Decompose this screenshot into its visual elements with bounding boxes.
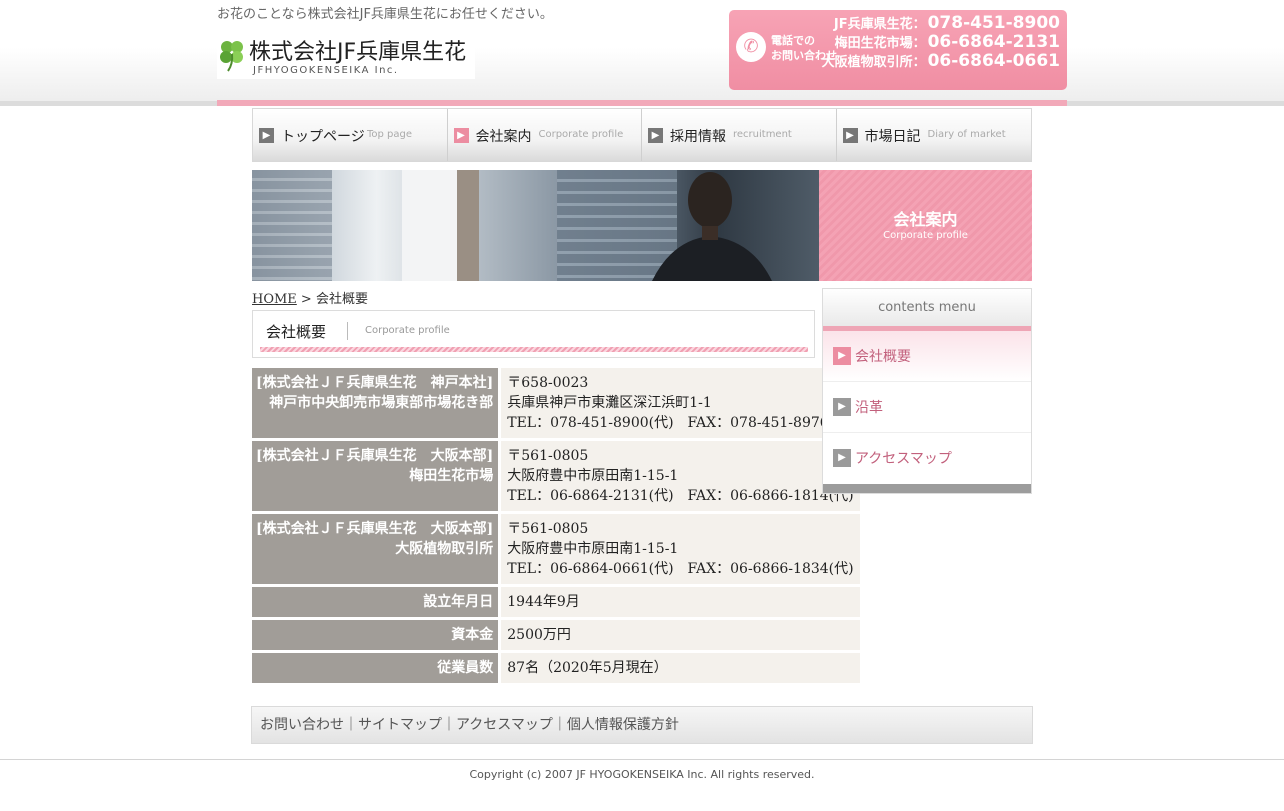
page-subtitle: Corporate profile — [365, 325, 450, 336]
arrow-right-icon: ▶ — [833, 398, 851, 416]
copyright: Copyright (c) 2007 JF HYOGOKENSEIKA Inc.… — [469, 768, 815, 781]
row-header: [株式会社ＪＦ兵庫県生花 大阪本部] 大阪植物取引所 — [252, 514, 502, 584]
logo-company-en: JFHYOGOKENSEIKA Inc. — [253, 65, 399, 76]
footer-separator: ｜ — [442, 717, 456, 733]
arrow-right-icon: ▶ — [259, 128, 274, 143]
side-item-access-map[interactable]: ▶ アクセスマップ — [823, 433, 1031, 484]
side-contents-menu: contents menu ▶ 会社概要 ▶ 沿革 ▶ アクセスマップ — [822, 288, 1032, 494]
row-header: [株式会社ＪＦ兵庫県生花 神戸本社] 神戸市中央卸売市場東部市場花き部 — [252, 368, 502, 438]
footer-divider — [0, 759, 1284, 760]
logo-company-name: 株式会社JF兵庫県生花 — [249, 40, 467, 65]
side-item-label: 会社概要 — [855, 349, 911, 365]
phone-icon: ✆ — [736, 32, 766, 62]
contact-line-umeda: 梅田生花市場： 06-6864-2131 — [834, 32, 1060, 52]
footer-link-contact[interactable]: お問い合わせ — [260, 717, 344, 733]
window-light — [402, 170, 462, 281]
building-left — [252, 170, 332, 281]
breadcrumb-current: 会社概要 — [315, 292, 368, 307]
phone-contact-box: ✆ 電話での お問い合わせ JF兵庫県生花： 078-451-8900 梅田生花市… — [729, 10, 1067, 90]
banner-title-jp: 会社案内 — [893, 210, 958, 229]
row-value: 1944年9月 — [501, 587, 860, 617]
row-value: 〒561-0805 大阪府豊中市原田南1-15-1 TEL：06-6864-2131… — [501, 441, 860, 511]
row-header: [株式会社ＪＦ兵庫県生花 大阪本部] 梅田生花市場 — [252, 441, 502, 511]
row-value: 〒561-0805 大阪府豊中市原田南1-15-1 TEL：06-6864-0661… — [501, 514, 860, 584]
nav-label-en: Top page — [367, 129, 413, 140]
nav-label-jp: 市場日記 — [864, 129, 921, 145]
row-header: 設立年月日 — [252, 587, 502, 617]
arrow-right-icon: ▶ — [842, 128, 858, 143]
header-background — [0, 0, 1284, 106]
nav-item-recruitment[interactable]: ▶ 採用情報 recruitment — [642, 109, 837, 161]
footer-link-access-map[interactable]: アクセスマップ — [456, 717, 553, 733]
side-item-overview[interactable]: ▶ 会社概要 — [823, 331, 1031, 382]
table-row: [株式会社ＪＦ兵庫県生花 大阪本部] 大阪植物取引所 〒561-0805 大阪府豊中… — [252, 514, 860, 584]
side-item-history[interactable]: ▶ 沿革 — [823, 382, 1031, 433]
contact-line-osaka-plant: 大阪植物取引所： 06-6864-0661 — [821, 51, 1060, 71]
clover-logo-icon — [220, 41, 243, 72]
side-menu-title: contents menu — [823, 289, 1031, 326]
table-row: 従業員数 87名（2020年5月現在） — [252, 653, 860, 683]
footer-links: お問い合わせ｜サイトマップ｜アクセスマップ｜個人情報保護方針 — [251, 706, 1033, 744]
banner-photo — [252, 170, 819, 281]
heading-stripe — [260, 347, 808, 352]
nav-item-diary[interactable]: ▶ 市場日記 Diary of market — [837, 109, 1032, 161]
table-row: 資本金 2500万円 — [252, 620, 860, 650]
table-row: [株式会社ＪＦ兵庫県生花 大阪本部] 梅田生花市場 〒561-0805 大阪府豊中市… — [252, 441, 860, 511]
nav-label-jp: 採用情報 — [670, 129, 726, 145]
row-value: 2500万円 — [501, 620, 860, 650]
table-row: 設立年月日 1944年9月 — [252, 587, 860, 617]
nav-label-jp: トップページ — [281, 129, 365, 145]
arrow-right-icon: ▶ — [833, 449, 851, 467]
page-title: 会社概要 — [266, 323, 327, 341]
page-heading: 会社概要 Corporate profile — [252, 310, 815, 358]
breadcrumb-separator: > — [296, 292, 316, 307]
row-header: 従業員数 — [252, 653, 502, 683]
nav-label-jp: 会社案内 — [475, 129, 532, 145]
side-item-label: 沿革 — [855, 400, 883, 416]
footer-link-sitemap[interactable]: サイトマップ — [358, 717, 442, 733]
company-info-table: [株式会社ＪＦ兵庫県生花 神戸本社] 神戸市中央卸売市場東部市場花き部 〒658-… — [252, 365, 860, 686]
heading-divider — [347, 322, 348, 340]
row-header: 資本金 — [252, 620, 502, 650]
side-item-label: アクセスマップ — [855, 451, 952, 467]
banner-section-title: 会社案内 Corporate profile — [819, 170, 1032, 281]
arrow-right-icon: ▶ — [833, 347, 851, 365]
site-logo[interactable]: 株式会社JF兵庫県生花 JFHYOGOKENSEIKA Inc. — [217, 34, 475, 79]
nav-label-en: recruitment — [733, 129, 792, 140]
site-tagline: お花のことなら株式会社JF兵庫県生花にお任せください。 — [217, 7, 553, 22]
row-value: 87名（2020年5月現在） — [501, 653, 860, 683]
side-menu-footer — [823, 484, 1031, 493]
contact-numbers: JF兵庫県生花： 078-451-8900 梅田生花市場： 06-6864-2131… — [821, 13, 1060, 71]
row-value: 〒658-0023 兵庫県神戸市東灘区深江浜町1-1 TEL：078-451-890… — [501, 368, 860, 438]
main-nav: ▶ トップページ Top page ▶ 会社案内 Corporate profi… — [252, 108, 1032, 162]
footer-separator: ｜ — [552, 717, 567, 733]
footer-separator: ｜ — [344, 717, 358, 733]
nav-label-en: Corporate profile — [538, 129, 624, 140]
header-pink-bar — [217, 100, 1067, 106]
banner-title-en: Corporate profile — [883, 230, 968, 241]
arrow-right-icon: ▶ — [453, 128, 469, 143]
nav-item-corporate[interactable]: ▶ 会社案内 Corporate profile — [448, 109, 642, 161]
table-row: [株式会社ＪＦ兵庫県生花 神戸本社] 神戸市中央卸売市場東部市場花き部 〒658-… — [252, 368, 860, 438]
nav-item-top[interactable]: ▶ トップページ Top page — [253, 109, 448, 161]
window-frame — [457, 170, 479, 281]
breadcrumb: HOME > 会社概要 — [252, 288, 368, 307]
breadcrumb-home-link[interactable]: HOME — [252, 292, 297, 307]
nav-label-en: Diary of market — [927, 129, 1006, 140]
footer-link-privacy[interactable]: 個人情報保護方針 — [567, 717, 679, 733]
contact-line-kobe: JF兵庫県生花： 078-451-8900 — [833, 13, 1060, 33]
arrow-right-icon: ▶ — [648, 128, 663, 143]
businessman-silhouette — [652, 172, 772, 281]
